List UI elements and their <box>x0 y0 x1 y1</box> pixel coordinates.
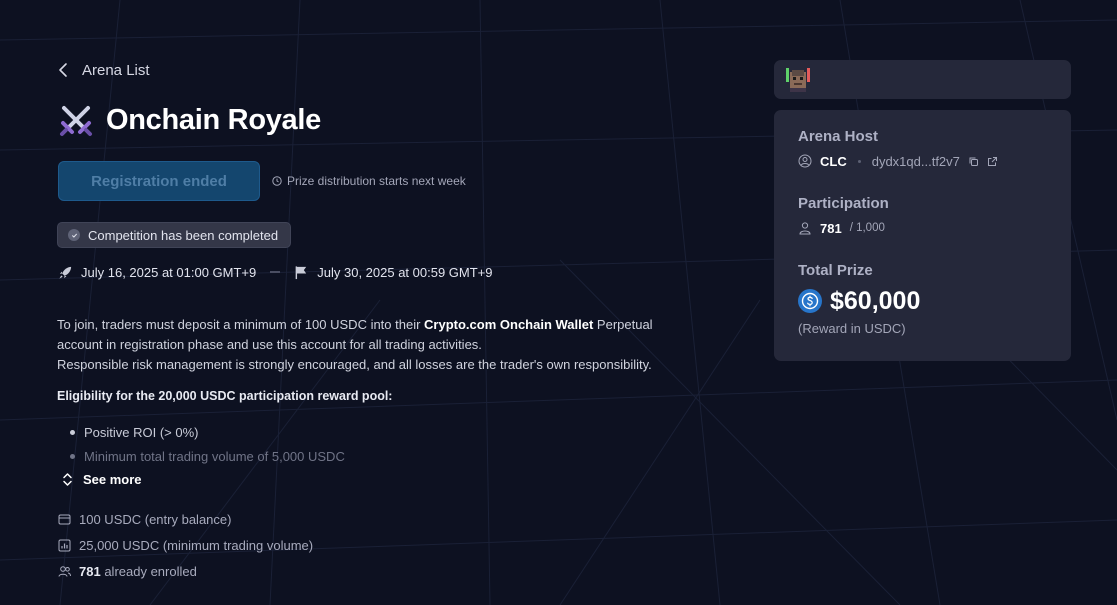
date-separator <box>270 271 281 273</box>
risk-disclaimer: Responsible risk management is strongly … <box>57 357 652 372</box>
competition-status-text: Competition has been completed <box>88 227 279 243</box>
arena-description: To join, traders must deposit a minimum … <box>57 315 697 375</box>
enrolled-count: 781 <box>79 563 101 579</box>
competition-status-badge: Competition has been completed <box>57 222 292 248</box>
arena-title: Onchain Royale <box>58 100 321 140</box>
total-prize-amount: $60,000 <box>830 286 921 315</box>
copy-icon[interactable] <box>968 156 979 167</box>
users-icon <box>58 565 71 577</box>
prize-row: $60,000 <box>798 285 1047 317</box>
description-text: To join, traders must deposit a minimum … <box>57 317 425 332</box>
prize-distribution-note: Prize distribution starts next week <box>272 174 466 188</box>
participation-heading: Participation <box>798 195 889 212</box>
total-prize-section: Total Prize $60,000 (Reward in USDC) <box>798 262 1047 336</box>
dot-separator <box>857 159 861 163</box>
see-more-button[interactable]: See more <box>62 469 142 489</box>
arena-detail-page: Arena List Onchain Royale Registration e… <box>0 0 1117 605</box>
enrolled-row: 781 already enrolled <box>58 558 313 584</box>
crossed-swords-icon <box>60 106 92 136</box>
see-more-label: See more <box>83 471 142 487</box>
user-circle-icon <box>798 154 812 168</box>
arena-dates: July 16, 2025 at 01:00 GMT+9 July 30, 20… <box>58 262 493 282</box>
arena-title-text: Onchain Royale <box>106 103 321 136</box>
host-name: CLC <box>820 153 847 169</box>
external-link-icon[interactable] <box>987 156 998 167</box>
back-to-arena-list-link[interactable]: Arena List <box>58 58 150 82</box>
rocket-icon <box>59 266 72 279</box>
wallet-name: Crypto.com Onchain Wallet <box>424 317 594 332</box>
check-circle-icon <box>68 229 80 241</box>
list-item: Minimum total trading volume of 5,000 US… <box>70 444 345 468</box>
participation-limit: / 1,000 <box>849 222 885 234</box>
chevron-left-icon <box>59 63 67 77</box>
start-date: July 16, 2025 at 01:00 GMT+9 <box>81 264 257 280</box>
trading-volume-row: 25,000 USDC (minimum trading volume) <box>58 532 313 558</box>
prize-distribution-text: Prize distribution starts next week <box>287 174 466 188</box>
back-link-label: Arena List <box>82 61 150 79</box>
end-date: July 30, 2025 at 00:59 GMT+9 <box>317 264 493 280</box>
wallet-icon <box>58 514 71 524</box>
clock-icon <box>272 176 282 186</box>
usdc-icon <box>798 289 822 313</box>
host-avatar-bar <box>774 60 1071 99</box>
chart-icon <box>58 539 71 551</box>
eligibility-list: Positive ROI (> 0%) Minimum total tradin… <box>70 420 345 468</box>
registration-ended-button[interactable]: Registration ended <box>58 161 260 201</box>
arena-host-section: Arena Host CLC dydx1qd...tf2v7 <box>798 128 1047 171</box>
expand-chevrons-icon <box>63 472 72 486</box>
participation-section: Participation 781 / 1,000 <box>798 195 1047 238</box>
participation-count: 781 <box>820 220 842 236</box>
arena-info-card: Arena Host CLC dydx1qd...tf2v7 Participa… <box>774 110 1071 361</box>
arena-stats: 100 USDC (entry balance) 25,000 USDC (mi… <box>58 506 313 584</box>
trading-volume-text: 25,000 USDC (minimum trading volume) <box>79 537 314 553</box>
eligibility-title: Eligibility for the 20,000 USDC particip… <box>57 389 393 403</box>
list-item: Positive ROI (> 0%) <box>70 420 345 444</box>
pixel-avatar-icon <box>786 67 810 92</box>
entry-balance-text: 100 USDC (entry balance) <box>79 511 232 527</box>
user-icon <box>799 222 811 235</box>
host-row: CLC dydx1qd...tf2v7 <box>798 151 1047 171</box>
arena-host-heading: Arena Host <box>798 128 879 145</box>
registration-row: Registration ended Prize distribution st… <box>58 161 466 201</box>
enrolled-suffix: already enrolled <box>104 563 197 579</box>
host-address: dydx1qd...tf2v7 <box>871 153 960 169</box>
flag-icon <box>295 265 307 279</box>
total-prize-heading: Total Prize <box>798 262 873 279</box>
prize-currency-note: (Reward in USDC) <box>798 321 906 336</box>
participation-row: 781 / 1,000 <box>798 218 1047 238</box>
entry-balance-row: 100 USDC (entry balance) <box>58 506 313 532</box>
